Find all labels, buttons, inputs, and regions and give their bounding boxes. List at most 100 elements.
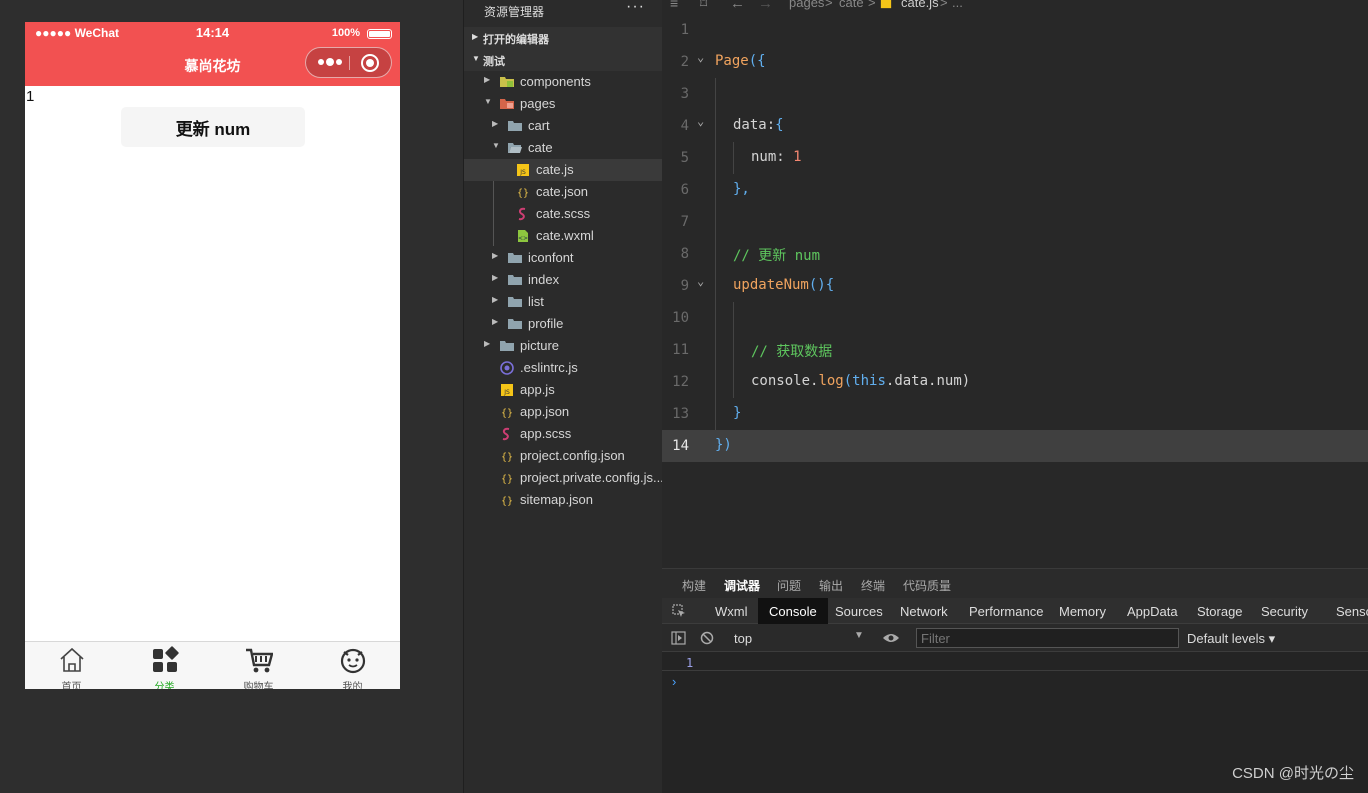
tree-item-cate[interactable]: ▼ cate [464, 137, 663, 159]
tree-item-profile[interactable]: ▶ profile [464, 313, 663, 335]
tab-performance[interactable]: Performance [969, 598, 1043, 624]
tab-output[interactable]: 输出 [819, 577, 843, 594]
tree-item-project-config[interactable]: {} project.config.json [464, 445, 663, 467]
simulator-screen: ●●●●● WeChat 14:14 100% 慕尚花坊 1 更新 num 首页 [25, 22, 400, 689]
clear-console-icon[interactable] [700, 631, 714, 645]
caret-down-icon[interactable]: ▼ [854, 630, 864, 641]
tab-appdata[interactable]: AppData [1127, 598, 1178, 624]
update-num-button[interactable]: 更新 num [121, 107, 305, 147]
tab-wxml[interactable]: Wxml [715, 598, 748, 624]
tree-item-label: list [528, 294, 544, 309]
tree-item-cate-json[interactable]: {} cate.json [464, 181, 663, 203]
code-token: (){ [808, 277, 835, 293]
tree-item-iconfont[interactable]: ▶ iconfont [464, 247, 663, 269]
folder-open-icon [508, 143, 522, 153]
tab-code-quality[interactable]: 代码质量 [903, 577, 951, 594]
tree-item-cate-wxml[interactable]: <> cate.wxml [464, 225, 663, 247]
code-editor[interactable]: ≡ ⌑ ← → pages > cate > cate.js > ... 1 2… [662, 0, 1368, 568]
tab-debugger[interactable]: 调试器 [724, 577, 761, 602]
tree-item-app-scss[interactable]: app.scss [464, 423, 663, 445]
code-line[interactable]: 11 // 获取数据 [662, 334, 1368, 366]
more-dots-icon[interactable] [318, 58, 342, 66]
tree-item-label: pages [520, 96, 556, 111]
tab-sources[interactable]: Sources [835, 598, 883, 624]
forward-arrow-icon[interactable]: → [758, 0, 773, 12]
tab-memory[interactable]: Memory [1059, 598, 1106, 624]
svg-text:<>: <> [518, 235, 528, 242]
tree-item-app-json[interactable]: {} app.json [464, 401, 663, 423]
tree-item-components[interactable]: ▶ components [464, 71, 663, 93]
code-line[interactable]: 2 ⌄ Page({ [662, 46, 1368, 78]
tab-problems[interactable]: 问题 [777, 577, 801, 594]
code-token: log [818, 373, 844, 389]
code-line[interactable]: 9 ⌄ updateNum(){ [662, 270, 1368, 302]
tree-item-eslintrc[interactable]: .eslintrc.js [464, 357, 663, 379]
breadcrumb-file[interactable]: cate.js [901, 0, 939, 10]
eye-icon[interactable] [882, 632, 900, 644]
tree-item-cate-js[interactable]: JS cate.js [464, 159, 663, 181]
folder-icon [508, 319, 522, 329]
list-icon[interactable]: ≡ [670, 0, 678, 11]
explorer-header: 资源管理器 ··· [464, 0, 663, 22]
tab-profile[interactable]: 我的 [306, 642, 399, 689]
code-line[interactable]: 1 [662, 14, 1368, 46]
code-line[interactable]: 7 [662, 206, 1368, 238]
tab-sensor[interactable]: Senso [1336, 598, 1368, 624]
code-token: 1 [793, 149, 802, 165]
tree-item-cart[interactable]: ▶ cart [464, 115, 663, 137]
tab-security[interactable]: Security [1261, 598, 1308, 624]
profile-icon [340, 648, 366, 674]
open-editors-section[interactable]: ▶ 打开的编辑器 [464, 27, 663, 49]
tree-item-label: cate.js [536, 162, 574, 177]
tree-item-picture[interactable]: ▶ picture [464, 335, 663, 357]
tree-item-sitemap[interactable]: {} sitemap.json [464, 489, 663, 511]
tab-terminal[interactable]: 终端 [861, 577, 885, 594]
code-token: console. [751, 373, 819, 389]
tree-item-app-js[interactable]: JS app.js [464, 379, 663, 401]
inspect-element-icon[interactable] [672, 604, 686, 618]
back-arrow-icon[interactable]: ← [730, 0, 745, 12]
breadcrumb-pages[interactable]: pages [789, 0, 824, 10]
close-miniprogram-icon[interactable] [361, 54, 379, 72]
code-line[interactable]: 6 }, [662, 174, 1368, 206]
navigation-bar: ●●●●● WeChat 14:14 100% 慕尚花坊 [25, 22, 400, 86]
context-select[interactable]: top [734, 631, 752, 646]
code-line[interactable]: 8 // 更新 num [662, 238, 1368, 270]
wxml-file-icon: <> [518, 230, 528, 242]
svg-text:{}: {} [501, 474, 513, 485]
tab-network[interactable]: Network [900, 598, 948, 624]
breadcrumb-cate[interactable]: cate [839, 0, 864, 10]
code-line[interactable]: 5 num: 1 [662, 142, 1368, 174]
tab-console[interactable]: Console [758, 598, 828, 624]
tree-item-pages[interactable]: ▼ pages [464, 93, 663, 115]
sidebar-toggle-icon[interactable] [671, 631, 686, 645]
fold-chevron-icon[interactable]: ⌄ [697, 114, 704, 128]
fold-chevron-icon[interactable]: ⌄ [697, 274, 704, 288]
code-token: }) [715, 437, 732, 453]
log-levels-select[interactable]: Default levels ▾ [1187, 631, 1275, 647]
tab-storage[interactable]: Storage [1197, 598, 1243, 624]
tab-cart[interactable]: 购物车 [212, 642, 305, 689]
filter-input[interactable] [916, 628, 1179, 648]
console-prompt-icon[interactable]: › [672, 674, 676, 689]
breadcrumb-more[interactable]: ... [952, 0, 963, 10]
project-section[interactable]: ▼ 测试 [464, 49, 663, 71]
fold-chevron-icon[interactable]: ⌄ [697, 50, 704, 64]
tree-item-list[interactable]: ▶ list [464, 291, 663, 313]
code-line[interactable]: 4 ⌄ data:{ [662, 110, 1368, 142]
tab-category[interactable]: 分类 [118, 642, 211, 689]
tree-item-index[interactable]: ▶ index [464, 269, 663, 291]
more-actions-icon[interactable]: ··· [626, 0, 645, 16]
tree-item-label: components [520, 74, 591, 89]
tab-home[interactable]: 首页 [25, 642, 118, 689]
code-line[interactable]: 13 } [662, 398, 1368, 430]
code-line[interactable]: 3 [662, 78, 1368, 110]
tab-build[interactable]: 构建 [682, 577, 706, 594]
code-line[interactable]: 12 console.log(this.data.num) [662, 366, 1368, 398]
tree-item-cate-scss[interactable]: cate.scss [464, 203, 663, 225]
code-line[interactable]: 10 [662, 302, 1368, 334]
bookmark-icon[interactable]: ⌑ [700, 0, 707, 12]
capsule-menu[interactable] [305, 47, 392, 78]
tree-item-project-private-config[interactable]: {} project.private.config.js... [464, 467, 664, 489]
code-line-current[interactable]: 14 }) [662, 430, 1368, 462]
